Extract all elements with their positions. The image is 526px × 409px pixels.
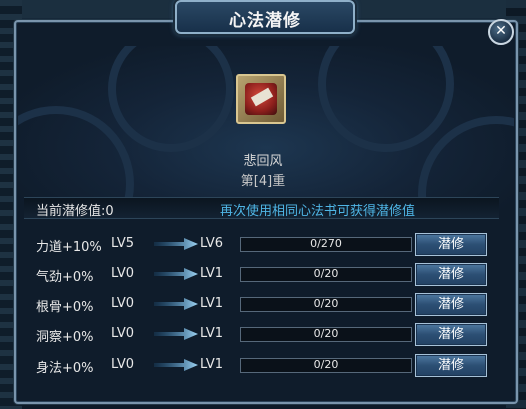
current-level: LV5: [111, 236, 134, 251]
arrow-right-icon: [154, 328, 198, 340]
progress-bar: 0/20: [240, 267, 412, 282]
progress-text: 0/270: [310, 237, 342, 250]
decor-swirl: [318, 46, 454, 152]
progress-text: 0/20: [313, 297, 339, 310]
next-level: LV6: [200, 236, 223, 251]
progress-bar: 0/20: [240, 297, 412, 312]
arrow-right-icon: [154, 268, 198, 280]
cultivate-button[interactable]: 潜修: [415, 293, 487, 316]
next-level: LV1: [200, 326, 223, 341]
cultivate-button[interactable]: 潜修: [415, 263, 487, 286]
next-level: LV1: [200, 357, 223, 372]
attribute-row: 身法+0% LV0 LV1 0/20 潜修: [24, 353, 494, 377]
close-button[interactable]: ✕: [488, 19, 514, 45]
progress-text: 0/20: [313, 358, 339, 371]
skill-name: 悲回风: [243, 154, 283, 169]
attribute-label: 洞察+0%: [36, 330, 94, 345]
current-level: LV0: [111, 266, 134, 281]
decor-swirl: [108, 46, 234, 152]
cultivate-button[interactable]: 潜修: [415, 323, 487, 346]
info-bar: 当前潜修值:0 再次使用相同心法书可获得潜修值: [24, 197, 499, 219]
arrow-right-icon: [154, 238, 198, 250]
attribute-label: 根骨+0%: [36, 300, 94, 315]
attribute-row: 气劲+0% LV0 LV1 0/20 潜修: [24, 262, 494, 286]
red-book-icon[interactable]: [236, 74, 286, 124]
cultivation-hint: 再次使用相同心法书可获得潜修值: [220, 204, 416, 219]
attribute-label: 力道+10%: [36, 240, 102, 255]
current-level: LV0: [111, 326, 134, 341]
next-level: LV1: [200, 296, 223, 311]
arrow-right-icon: [154, 359, 198, 371]
window-title: 心法潜修: [229, 11, 301, 31]
skill-tier: 第[4]重: [240, 174, 286, 189]
cultivate-button[interactable]: 潜修: [415, 233, 487, 256]
current-level: LV0: [111, 296, 134, 311]
attribute-label: 气劲+0%: [36, 270, 94, 285]
current-cultivation-value: 当前潜修值:0: [36, 204, 114, 219]
progress-bar: 0/20: [240, 358, 412, 373]
attribute-row: 力道+10% LV5 LV6 0/270 潜修: [24, 232, 494, 256]
arrow-right-icon: [154, 298, 198, 310]
next-level: LV1: [200, 266, 223, 281]
progress-bar: 0/270: [240, 237, 412, 252]
attribute-row: 洞察+0% LV0 LV1 0/20 潜修: [24, 322, 494, 346]
current-level: LV0: [111, 357, 134, 372]
window-title-plate: 心法潜修: [175, 0, 355, 34]
attribute-row: 根骨+0% LV0 LV1 0/20 潜修: [24, 292, 494, 316]
panel-decorative-pattern: [18, 46, 514, 216]
cultivate-button[interactable]: 潜修: [415, 354, 487, 377]
close-icon: ✕: [495, 23, 507, 39]
attribute-label: 身法+0%: [36, 361, 94, 376]
progress-bar: 0/20: [240, 327, 412, 342]
progress-text: 0/20: [313, 327, 339, 340]
progress-text: 0/20: [313, 267, 339, 280]
